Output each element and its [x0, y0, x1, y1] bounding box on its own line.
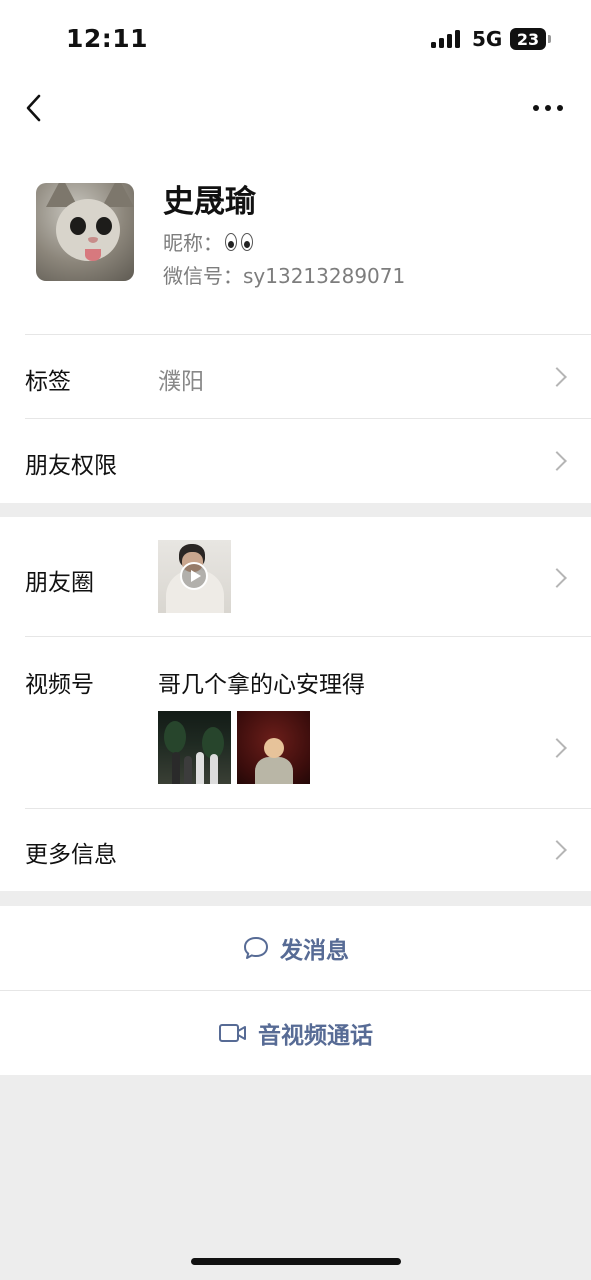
wechat-id-row: 微信号：sy13213289071 — [163, 260, 405, 289]
chevron-left-icon — [26, 94, 41, 122]
wechat-id-label: 微信号： — [163, 264, 243, 288]
tags-label: 标签 — [25, 369, 71, 395]
tags-row[interactable]: 标签 濮阳 — [0, 334, 591, 418]
send-message-label: 发消息 — [280, 938, 349, 964]
channels-row[interactable]: 视频号 哥几个拿的心安理得 — [0, 637, 591, 808]
channels-title: 哥几个拿的心安理得 — [158, 672, 365, 698]
battery-level: 23 — [516, 29, 540, 49]
battery-icon: 23 — [510, 28, 551, 50]
tags-value: 濮阳 — [158, 369, 204, 395]
eyes-emoji-icon — [225, 232, 253, 251]
avatar[interactable] — [36, 183, 134, 281]
nickname-label: 昵称： — [163, 231, 223, 255]
status-time: 12:11 — [66, 24, 149, 53]
more-info-row[interactable]: 更多信息 — [0, 809, 591, 891]
ellipsis-icon — [533, 105, 539, 111]
chevron-right-icon — [547, 568, 567, 588]
wechat-id-value: sy13213289071 — [243, 264, 406, 288]
chat-bubble-icon — [244, 937, 268, 959]
channel-thumbnail — [158, 711, 231, 784]
home-indicator[interactable] — [191, 1258, 401, 1265]
content-section: 朋友圈 视频号 哥几个拿的心安理得 更多信息 — [0, 517, 591, 891]
more-info-label: 更多信息 — [25, 842, 117, 868]
moments-thumbnail — [158, 540, 231, 613]
moments-row[interactable]: 朋友圈 — [0, 517, 591, 636]
chevron-right-icon — [547, 840, 567, 860]
more-button[interactable] — [522, 86, 574, 130]
status-bar: 12:11 5G 23 — [0, 0, 591, 78]
channel-thumbnail — [237, 711, 310, 784]
friend-permissions-label: 朋友权限 — [25, 453, 117, 479]
watermark-area — [0, 1075, 591, 1280]
profile-header: 史晟瑜 昵称： 微信号：sy13213289071 — [0, 138, 591, 334]
channels-label: 视频号 — [25, 672, 94, 698]
send-message-button[interactable]: 发消息 — [0, 906, 591, 990]
back-button[interactable] — [14, 86, 54, 130]
network-type: 5G — [472, 27, 503, 51]
nickname-row: 昵称： — [163, 227, 253, 256]
video-call-label: 音视频通话 — [258, 1023, 373, 1049]
settings-section: 标签 濮阳 朋友权限 — [0, 334, 591, 503]
video-call-button[interactable]: 音视频通话 — [0, 991, 591, 1075]
signal-icon — [431, 30, 460, 48]
chevron-right-icon — [547, 451, 567, 471]
chevron-right-icon — [547, 367, 567, 387]
video-camera-icon — [219, 1024, 246, 1042]
play-icon — [180, 562, 208, 590]
moments-label: 朋友圈 — [25, 570, 94, 596]
chevron-right-icon — [547, 738, 567, 758]
friend-permissions-row[interactable]: 朋友权限 — [0, 419, 591, 503]
nav-bar — [0, 78, 591, 138]
contact-name: 史晟瑜 — [163, 184, 256, 220]
